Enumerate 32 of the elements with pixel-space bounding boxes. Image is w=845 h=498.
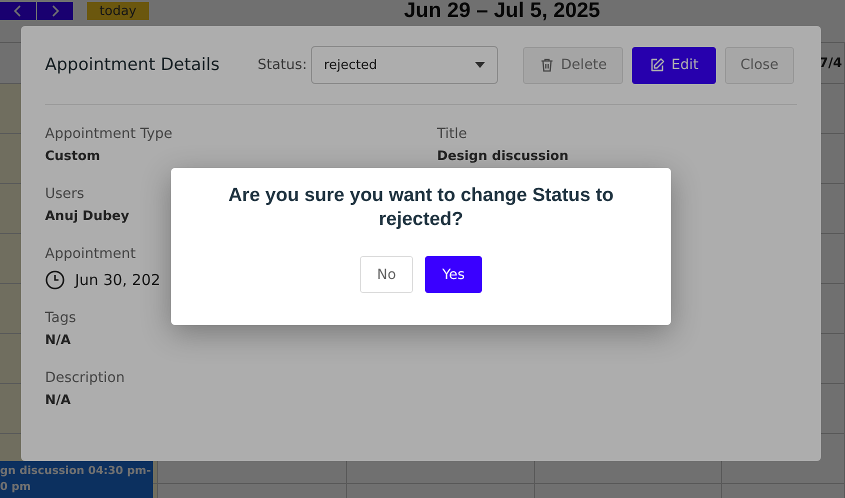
confirm-message: Are you sure you want to change Status to rejected? — [227, 184, 615, 232]
field-label: Appointment — [45, 245, 136, 263]
date-range-title: Jun 29 – Jul 5, 2025 — [404, 0, 600, 23]
previous-button[interactable] — [0, 2, 36, 20]
delete-button[interactable]: Delete — [522, 46, 623, 84]
chevron-right-icon — [50, 5, 60, 17]
field-value: Custom — [45, 148, 100, 166]
field-value: N/A — [45, 392, 71, 410]
field-value: Anuj Dubey — [45, 208, 130, 226]
next-button[interactable] — [37, 2, 73, 20]
appointment-date: Jun 30, 202 — [75, 271, 160, 289]
clock-icon — [45, 270, 65, 290]
caret-icon — [474, 62, 485, 68]
cancel-button[interactable]: No — [360, 256, 413, 293]
field-label: Tags — [45, 309, 76, 327]
field-label: Title — [437, 125, 468, 143]
status-label: Status: — [258, 57, 307, 73]
field-value: Design discussion — [437, 148, 568, 166]
confirm-button[interactable]: Yes — [425, 256, 482, 293]
field-label: Appointment Type — [45, 125, 172, 143]
field-label: Description — [45, 369, 125, 387]
event-text: gn discussion 04:30 pm- — [0, 463, 152, 479]
status-dropdown[interactable]: rejected — [310, 46, 498, 84]
event-text: 0 pm — [0, 479, 32, 495]
dialog-title: Appointment Details — [45, 55, 220, 75]
field-value: N/A — [45, 332, 71, 350]
day-header: 7/4 — [819, 56, 843, 70]
field-label: Users — [45, 185, 84, 203]
edit-button[interactable]: Edit — [632, 46, 716, 84]
trash-icon — [538, 57, 555, 73]
chevron-left-icon — [13, 5, 23, 17]
close-button[interactable]: Close — [724, 46, 794, 84]
